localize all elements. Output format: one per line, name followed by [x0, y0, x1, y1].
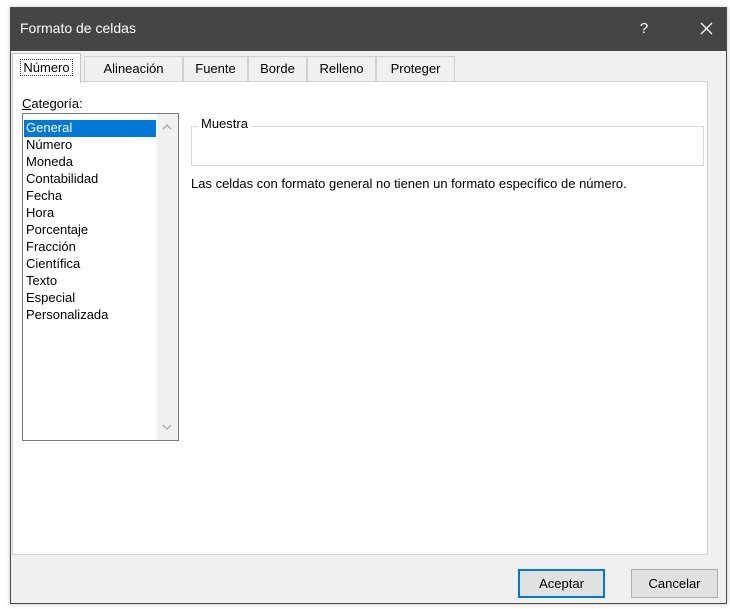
tab-borde[interactable]: Borde: [248, 56, 307, 81]
tab-alineacion[interactable]: Alineación: [84, 56, 183, 81]
chevron-down-icon[interactable]: [162, 422, 172, 432]
list-item-hora[interactable]: Hora: [24, 205, 156, 222]
list-item-porcentaje[interactable]: Porcentaje: [24, 222, 156, 239]
tab-relleno[interactable]: Relleno: [307, 56, 376, 81]
list-item-fraccion[interactable]: Fracción: [24, 239, 156, 256]
sample-legend: Muestra: [198, 116, 251, 131]
tab-proteger[interactable]: Proteger: [376, 56, 455, 81]
category-label-accesskey: C: [22, 96, 32, 111]
list-item-contabilidad[interactable]: Contabilidad: [24, 171, 156, 188]
list-item-numero[interactable]: Número: [24, 137, 156, 154]
tab-fuente[interactable]: Fuente: [183, 56, 248, 81]
format-description: Las celdas con formato general no tienen…: [191, 176, 627, 191]
category-scrollbar[interactable]: [157, 114, 178, 440]
chevron-up-icon[interactable]: [162, 122, 172, 132]
list-item-especial[interactable]: Especial: [24, 290, 156, 307]
sample-box: [191, 126, 704, 166]
ok-button[interactable]: Aceptar: [518, 569, 605, 598]
tab-numero[interactable]: Número: [12, 53, 81, 83]
list-item-texto[interactable]: Texto: [24, 273, 156, 290]
list-item-fecha[interactable]: Fecha: [24, 188, 156, 205]
close-button[interactable]: [691, 16, 721, 42]
list-item-cientifica[interactable]: Científica: [24, 256, 156, 273]
list-item-general[interactable]: General: [24, 120, 156, 137]
dialog-title: Formato de celdas: [20, 20, 136, 36]
help-button[interactable]: ?: [631, 16, 657, 42]
tab-numero-label: Número: [20, 59, 73, 76]
list-item-moneda[interactable]: Moneda: [24, 154, 156, 171]
title-bar: Formato de celdas ?: [11, 8, 726, 51]
close-icon: [700, 22, 712, 35]
category-listbox[interactable]: General Número Moneda Contabilidad Fecha…: [22, 113, 179, 441]
list-item-personalizada[interactable]: Personalizada: [24, 307, 156, 324]
category-label: Categoría:: [22, 96, 83, 111]
category-label-text: ategoría:: [31, 96, 83, 111]
category-list: General Número Moneda Contabilidad Fecha…: [24, 120, 156, 324]
cancel-button[interactable]: Cancelar: [631, 569, 718, 598]
